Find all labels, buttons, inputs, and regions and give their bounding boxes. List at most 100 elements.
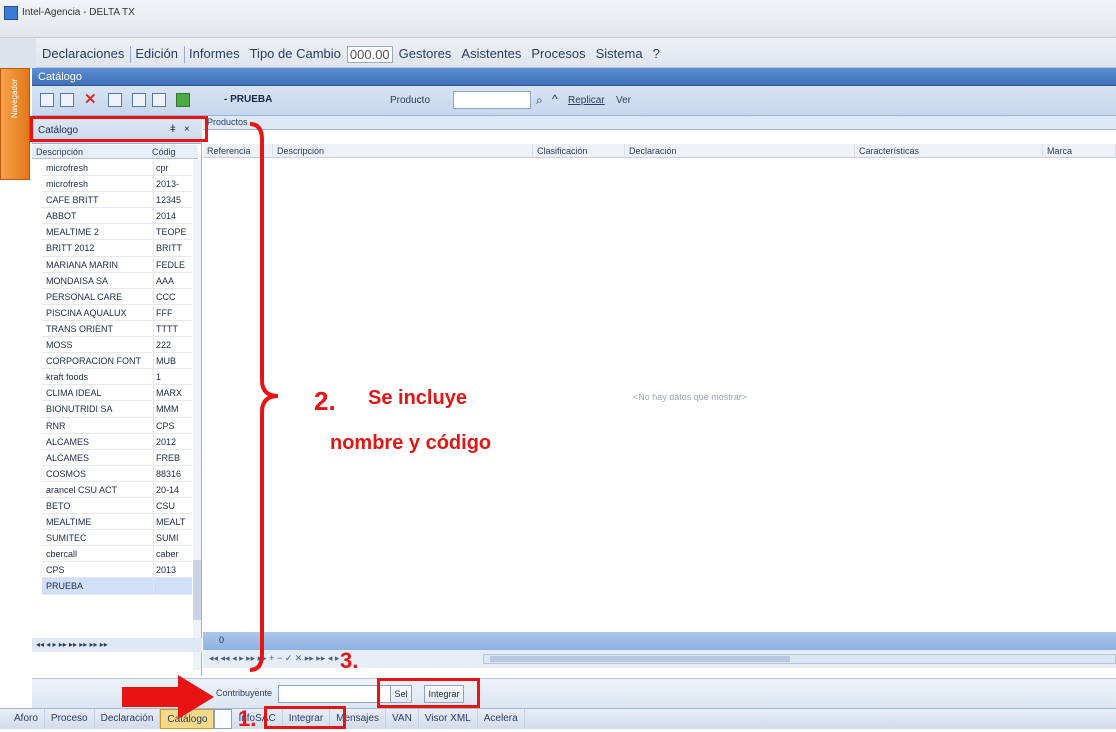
- menu-help[interactable]: ?: [649, 46, 664, 63]
- catalog-list-row[interactable]: PISCINA AQUALUX FFF: [42, 304, 192, 321]
- catalog-row-description: microfresh: [42, 176, 154, 192]
- task-catalogo-alt[interactable]: [214, 709, 233, 729]
- menu-procesos[interactable]: Procesos: [527, 46, 589, 63]
- menu-asistentes[interactable]: Asistentes: [457, 46, 525, 63]
- catalog-list-row[interactable]: RNR CPS: [42, 417, 192, 434]
- catalog-row-description: ALCAMES: [42, 449, 154, 465]
- app-icon: [4, 6, 18, 20]
- products-tab[interactable]: Productos: [207, 117, 248, 127]
- catalog-row-code: MARX: [156, 388, 183, 399]
- catalog-list-row[interactable]: TRANS ORIENT TTTT: [42, 320, 192, 338]
- column-marca[interactable]: Marca: [1043, 144, 1116, 157]
- catalog-row-description: MARIANA MARIN: [42, 256, 154, 272]
- catalog-row-code: 12345: [156, 195, 182, 206]
- catalog-list-row[interactable]: BRITT 2012 BRITT: [42, 240, 192, 257]
- catalog-row-code: 2012: [156, 436, 177, 447]
- hscroll-thumb[interactable]: [490, 656, 790, 662]
- navigator-side-tab[interactable]: Navegador: [0, 68, 30, 180]
- column-codigo[interactable]: Códig: [148, 145, 192, 158]
- catalog-list-row[interactable]: MEALTIME MEALT: [42, 514, 192, 531]
- catalog-row-code: 88316: [156, 468, 182, 479]
- menu-sistema[interactable]: Sistema: [592, 46, 647, 63]
- catalog-list-row[interactable]: PERSONAL CARE CCC: [42, 288, 192, 305]
- search-binoculars-icon[interactable]: ⌕: [536, 93, 543, 108]
- catalog-list-row[interactable]: MEALTIME 2 TEOPE: [42, 224, 192, 241]
- catalog-row-code: 222: [156, 340, 172, 351]
- catalog-row-code: MEALT: [156, 517, 186, 528]
- catalog-row-code: 2013-: [156, 179, 180, 190]
- scroll-thumb[interactable]: [193, 560, 201, 620]
- exchange-rate-field[interactable]: 000.00: [346, 46, 393, 63]
- catalog-row-description: CPS: [42, 562, 154, 578]
- task-aforo[interactable]: Aforo: [0, 709, 45, 729]
- catalog-row-description: PRUEBA: [42, 578, 154, 594]
- delete-icon[interactable]: ✕: [84, 92, 98, 107]
- task-acelera[interactable]: Acelera: [478, 709, 525, 729]
- catalog-list-row[interactable]: CLIMA IDEAL MARX: [42, 385, 192, 402]
- menu-edicion[interactable]: Edición: [130, 46, 182, 63]
- menu-tipo-de-cambio[interactable]: Tipo de Cambio: [246, 46, 345, 63]
- column-declaracion[interactable]: Declaración: [625, 144, 855, 157]
- grid-horizontal-scrollbar[interactable]: [483, 654, 1116, 664]
- catalog-list-row[interactable]: BIONUTRIDI SA MMM: [42, 401, 192, 418]
- column-descripcion-producto[interactable]: Descripción: [273, 144, 533, 157]
- catalog-row-description: BRITT 2012: [42, 240, 154, 256]
- catalog-list-row[interactable]: kraft foods 1: [42, 369, 192, 386]
- catalog-row-code: CPS: [156, 420, 175, 431]
- window-title: Intel-Agencia - DELTA TX: [22, 7, 135, 18]
- excel-icon[interactable]: [176, 93, 190, 107]
- replicar-link[interactable]: Replicar: [568, 95, 605, 106]
- catalog-list-scrollbar[interactable]: [193, 160, 201, 670]
- task-proceso[interactable]: Proceso: [45, 709, 95, 729]
- catalog-list-row[interactable]: CPS 2013: [42, 562, 192, 579]
- catalog-list-panel: Catálogo ǂ × Descripción Códig microfres…: [32, 116, 202, 676]
- catalog-list-row[interactable]: microfresh cpr: [42, 160, 192, 177]
- catalog-list-row[interactable]: BETO CSU: [42, 497, 192, 515]
- navigator-side-tab-label: Navegador: [10, 79, 19, 119]
- catalog-row-code: MMM: [156, 404, 179, 415]
- catalog-row-code: 2014: [156, 211, 177, 222]
- catalog-row-description: TRANS ORIENT: [42, 320, 154, 337]
- task-visor-xml[interactable]: Visor XML: [419, 709, 478, 729]
- catalog-list-row[interactable]: cbercall caber: [42, 546, 192, 563]
- task-van[interactable]: VAN: [386, 709, 419, 729]
- catalog-row-description: kraft foods: [42, 369, 154, 385]
- catalog-list-row[interactable]: CORPORACION FONT MUB: [42, 353, 192, 370]
- catalog-window-titlebar: Catálogo: [32, 68, 1116, 86]
- column-clasificacion[interactable]: Clasificación: [533, 144, 625, 157]
- ver-link[interactable]: Ver: [616, 95, 631, 106]
- catalog-list-row[interactable]: MONDAISA SA AAA: [42, 272, 192, 289]
- import-icon[interactable]: [152, 93, 166, 107]
- catalog-list-row[interactable]: MARIANA MARIN FEDLE: [42, 256, 192, 273]
- menu-declaraciones[interactable]: Declaraciones: [38, 46, 128, 63]
- catalog-row-description: CLIMA IDEAL: [42, 385, 154, 401]
- catalog-list-row[interactable]: PRUEBA: [42, 578, 192, 595]
- catalog-list-row[interactable]: ALCAMES 2012: [42, 433, 192, 450]
- edit-icon[interactable]: [132, 93, 146, 107]
- catalog-list-row[interactable]: microfresh 2013-: [42, 176, 192, 193]
- producto-input[interactable]: [453, 91, 531, 109]
- catalog-list-row[interactable]: COSMOS 88316: [42, 465, 192, 482]
- new-icon[interactable]: [40, 93, 54, 107]
- catalog-list-navigator[interactable]: ◂◂ ◂ ▸ ▸▸ ▸▸ ▸▸ ▸▸ ▸▸: [32, 638, 202, 652]
- menu-informes[interactable]: Informes: [184, 46, 244, 63]
- annotation-box-catalog-header: [30, 116, 208, 142]
- catalog-row-code: CSU: [156, 500, 176, 511]
- catalog-row-code: TTTT: [156, 323, 178, 334]
- search-next-icon[interactable]: ^: [552, 92, 558, 106]
- catalog-row-description: PISCINA AQUALUX: [42, 304, 154, 320]
- catalog-list-row[interactable]: ABBOT 2014: [42, 208, 192, 225]
- catalog-row-code: TEOPE: [156, 227, 187, 238]
- catalog-row-code: 2013: [156, 565, 177, 576]
- catalog-list-row[interactable]: CAFE BRITT 12345: [42, 192, 192, 209]
- catalog-list-row[interactable]: ALCAMES FREB: [42, 449, 192, 466]
- catalog-list-row[interactable]: SUMITEC SUMI: [42, 530, 192, 547]
- left-strip: [0, 180, 30, 680]
- catalog-list-row[interactable]: MOSS 222: [42, 337, 192, 354]
- catalog-list-row[interactable]: arancel CSU ACT 20-14: [42, 481, 192, 498]
- copy-icon[interactable]: [108, 93, 122, 107]
- column-descripcion[interactable]: Descripción: [32, 145, 148, 158]
- save-icon[interactable]: [60, 93, 74, 107]
- menu-gestores[interactable]: Gestores: [395, 46, 456, 63]
- column-caracteristicas[interactable]: Características: [855, 144, 1043, 157]
